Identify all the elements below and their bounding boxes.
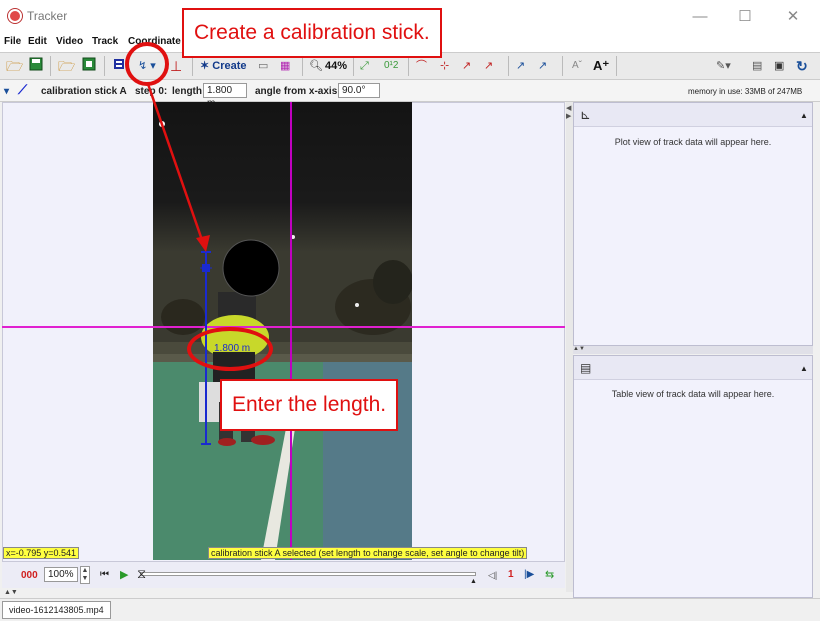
position-icon[interactable]: ⊹ — [440, 57, 449, 75]
create-track-button[interactable]: ✶ Create — [200, 57, 247, 75]
refresh-icon[interactable]: ↻ — [796, 57, 808, 75]
window-title: Tracker — [27, 9, 68, 23]
slider-end-marker[interactable]: ▲ — [470, 578, 477, 585]
calibration-stick-icon: ⟋ — [18, 82, 28, 97]
slider-start-handle[interactable]: ⧖ — [137, 566, 146, 582]
panel-divider[interactable] — [566, 102, 573, 592]
step-forward-icon[interactable]: |▶ — [524, 569, 534, 580]
menu-edit[interactable]: Edit — [28, 36, 47, 47]
table-icon[interactable]: ▤ — [580, 361, 591, 375]
panel-splitter[interactable]: ▲▼ — [573, 346, 813, 354]
toolbar-separator — [408, 56, 409, 76]
divider-arrows-icon[interactable]: ◀ ▶ — [566, 104, 571, 120]
plot-collapse-icon[interactable]: ▲ — [800, 111, 808, 120]
clip-settings-icon[interactable] — [112, 57, 126, 75]
toolbar-separator — [50, 56, 51, 76]
close-button[interactable]: ✕ — [778, 6, 808, 28]
step-back-icon[interactable]: ◁| — [488, 570, 497, 581]
font-smaller-icon[interactable]: Aˇ — [572, 57, 582, 75]
loop-icon[interactable]: ⇆ — [545, 568, 554, 581]
axis-x-line[interactable] — [2, 326, 565, 328]
plot-icon[interactable]: ⊾ — [580, 107, 591, 123]
toolbar-separator — [302, 56, 303, 76]
open-folder-icon[interactable]: 🗁 — [6, 57, 23, 75]
track-dropdown-icon[interactable]: ▾ — [4, 86, 9, 97]
timeline-slider[interactable] — [140, 572, 476, 576]
annotation-create-stick: Create a calibration stick. — [182, 8, 442, 58]
axis-y-line[interactable] — [290, 102, 292, 560]
minimize-button[interactable]: — — [685, 6, 715, 28]
play-icon[interactable]: ▶ — [120, 568, 128, 581]
toolbar-separator — [562, 56, 563, 76]
notes-icon[interactable]: ▤ — [752, 57, 762, 75]
autotracker-icon[interactable]: ▦ — [280, 57, 290, 75]
trails-icon[interactable]: ⤢ — [360, 57, 369, 75]
status-message: calibration stick A selected (set length… — [208, 547, 528, 559]
zoom-level[interactable]: 44% — [325, 57, 347, 75]
save-icon[interactable] — [29, 57, 43, 75]
velocity-icon[interactable]: ↗ — [462, 57, 471, 75]
font-larger-icon[interactable]: A⁺ — [593, 57, 609, 75]
plot-placeholder-text: Plot view of track data will appear here… — [614, 137, 772, 147]
step-size[interactable]: 1 — [508, 569, 514, 580]
annotation-enter-length: Enter the length. — [220, 379, 399, 431]
annotation-ring-length — [187, 327, 273, 371]
toolbar-separator — [192, 56, 193, 76]
axes-icon[interactable]: ⊥ — [170, 57, 182, 75]
angle-label: angle from x-axis — [255, 86, 338, 97]
toolbar-separator — [616, 56, 617, 76]
pencil-icon[interactable]: ✎▾ — [716, 57, 731, 75]
zoom-field[interactable]: 100% — [44, 567, 78, 582]
zoom-stepper[interactable]: ▲ ▼ — [80, 566, 90, 584]
angle-field[interactable]: 90.0° — [338, 83, 380, 98]
toolbar-separator — [353, 56, 354, 76]
plot-header — [574, 103, 812, 127]
tracker-logo-icon — [8, 9, 22, 23]
annotation-arrow — [146, 83, 210, 252]
acceleration-icon[interactable]: ↗ — [484, 57, 493, 75]
menu-track[interactable]: Track — [92, 36, 118, 47]
table-collapse-icon[interactable]: ▲ — [800, 364, 808, 373]
import-icon[interactable]: 🗁 — [58, 57, 75, 75]
coordinates-readout: x=-0.795 y=0.541 — [3, 547, 80, 559]
toolbar-separator — [508, 56, 509, 76]
export-icon[interactable] — [82, 57, 96, 75]
track-name[interactable]: calibration stick A — [41, 86, 127, 97]
reset-icon[interactable]: ⏮ — [100, 569, 109, 580]
table-header — [574, 356, 812, 380]
track-control-icon[interactable]: ▭ — [258, 57, 268, 75]
frame-counter[interactable]: 000 — [21, 570, 38, 581]
toolbar-separator — [104, 56, 105, 76]
tab-bar — [0, 598, 820, 621]
zoom-icon[interactable]: 🔍︎ — [309, 57, 323, 75]
collapse-arrows-icon[interactable]: ▲▼ — [4, 589, 18, 596]
vector-sum-icon[interactable]: ↗ — [516, 57, 525, 75]
tab-video-file[interactable]: video-1612143805.mp4 — [2, 601, 111, 619]
maximize-button[interactable]: ☐ — [730, 6, 760, 28]
vector-xm-icon[interactable]: ↗ — [538, 57, 547, 75]
menu-video[interactable]: Video — [56, 36, 83, 47]
menu-file[interactable]: File — [4, 36, 21, 47]
memory-usage: memory in use: 33MB of 247MB — [688, 87, 803, 96]
table-placeholder-text: Table view of track data will appear her… — [611, 389, 775, 399]
labels-icon[interactable]: 0¹2 — [384, 57, 398, 75]
panel-icon[interactable]: ▣ — [774, 57, 784, 75]
path-icon[interactable]: ⌒ — [416, 57, 427, 75]
